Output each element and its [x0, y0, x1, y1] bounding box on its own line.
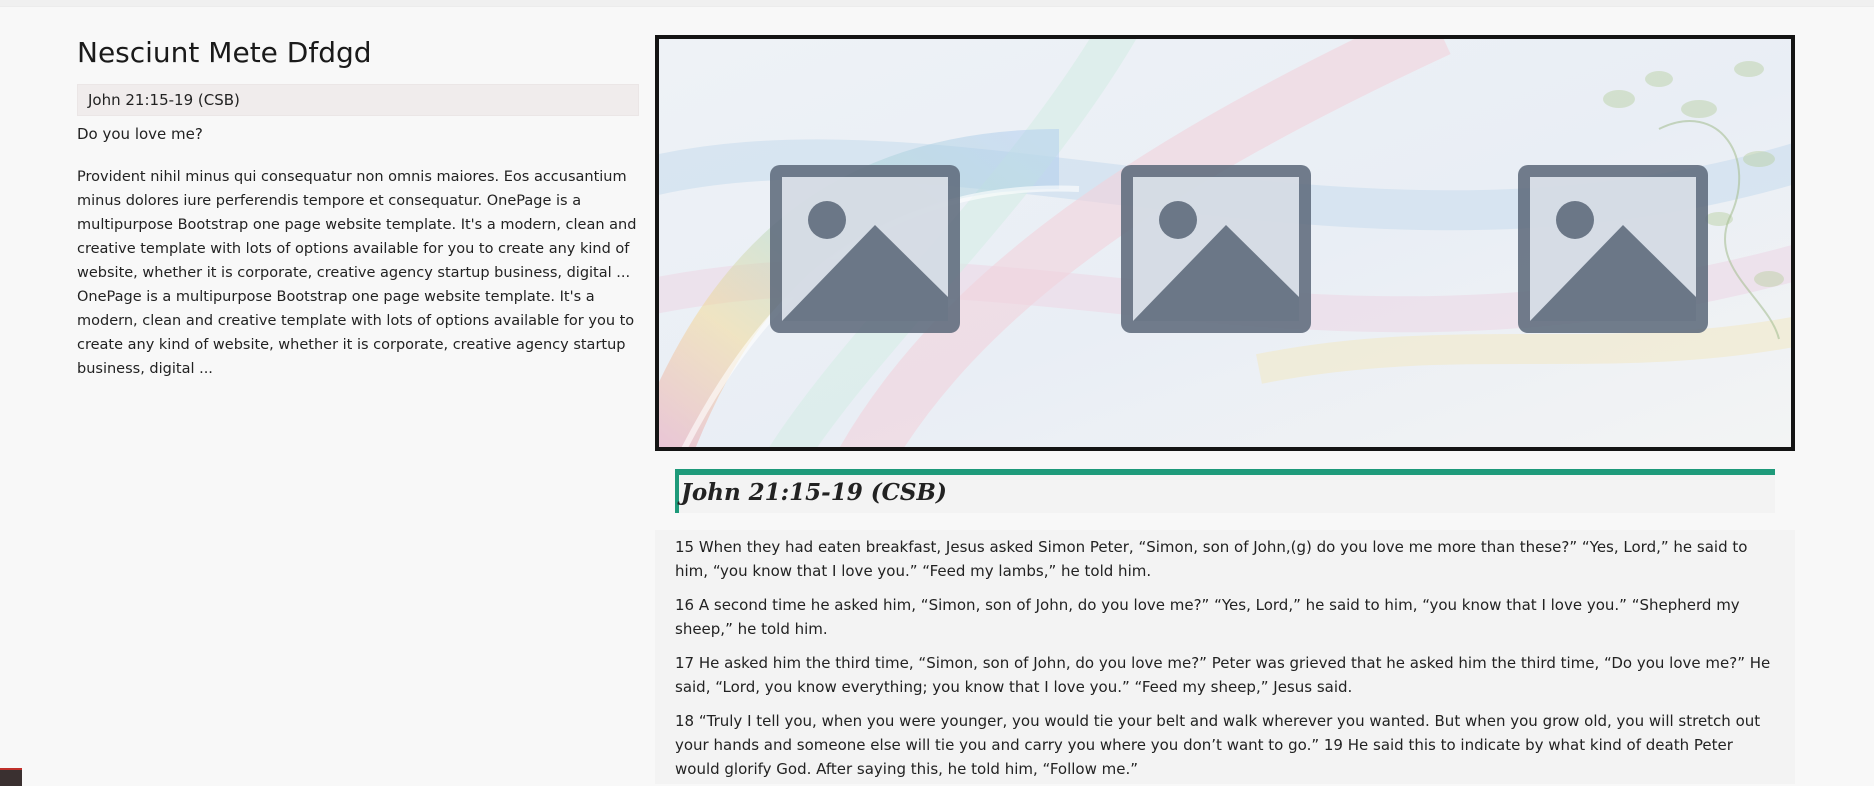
verse-paragraph: 17 He asked him the third time, “Simon, …: [675, 654, 1771, 696]
top-bar: [0, 0, 1874, 7]
scripture-heading-box: John 21:15-19 (CSB): [675, 469, 1775, 513]
banner-image: [655, 35, 1795, 451]
left-column: Nesciunt Mete Dfdgd John 21:15-19 (CSB) …: [77, 36, 639, 381]
verse-paragraph: 16 A second time he asked him, “Simon, s…: [675, 596, 1740, 638]
question-text: Do you love me?: [77, 125, 203, 143]
floating-widget-button[interactable]: [0, 768, 22, 786]
verse-paragraph: 18 “Truly I tell you, when you were youn…: [675, 712, 1761, 778]
image-placeholder-icon: [770, 165, 960, 333]
reference-label: John 21:15-19 (CSB): [77, 84, 639, 116]
page-title: Nesciunt Mete Dfdgd: [77, 36, 372, 69]
scripture-verses: 15 When they had eaten breakfast, Jesus …: [655, 530, 1795, 784]
verse-paragraph: 15 When they had eaten breakfast, Jesus …: [675, 538, 1748, 580]
scripture-heading: John 21:15-19 (CSB): [681, 479, 947, 506]
image-placeholder-icon: [1121, 165, 1311, 333]
description-text: Provident nihil minus qui consequatur no…: [77, 169, 637, 377]
image-placeholder-icon: [1518, 165, 1708, 333]
